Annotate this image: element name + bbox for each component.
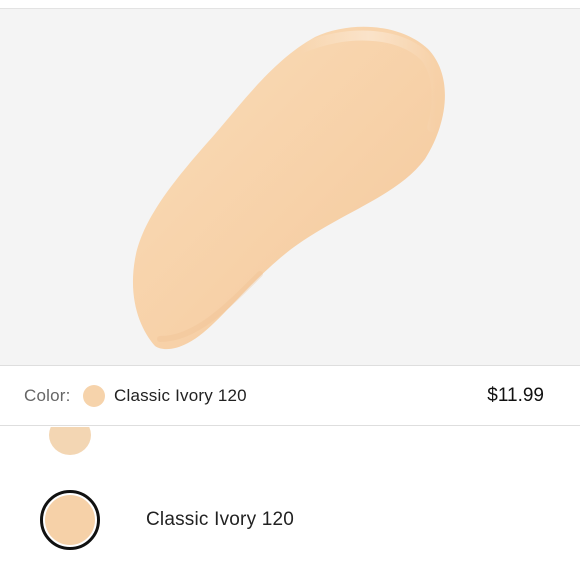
product-swatch-image — [0, 8, 580, 366]
selected-color-name: Classic Ivory 120 — [114, 386, 247, 405]
shade-option-label: Classic Ivory 120 — [146, 509, 295, 530]
shade-selector-page: Color: Classic Ivory 120 $11.99 Classic … — [0, 0, 580, 580]
shade-option-classic-ivory-120[interactable]: Classic Ivory 120 — [0, 490, 580, 552]
color-label: Color: — [24, 386, 71, 405]
color-summary-bar: Color: Classic Ivory 120 $11.99 — [0, 366, 580, 426]
shade-option-partial[interactable] — [49, 427, 91, 455]
shade-swatch-dot — [45, 495, 95, 545]
product-price: $11.99 — [487, 385, 544, 406]
selected-color-dot — [83, 385, 105, 407]
selected-shade-ring[interactable] — [40, 490, 100, 550]
shade-options-list: Classic Ivory 120 — [0, 427, 580, 580]
foundation-swatch-icon — [132, 26, 445, 350]
